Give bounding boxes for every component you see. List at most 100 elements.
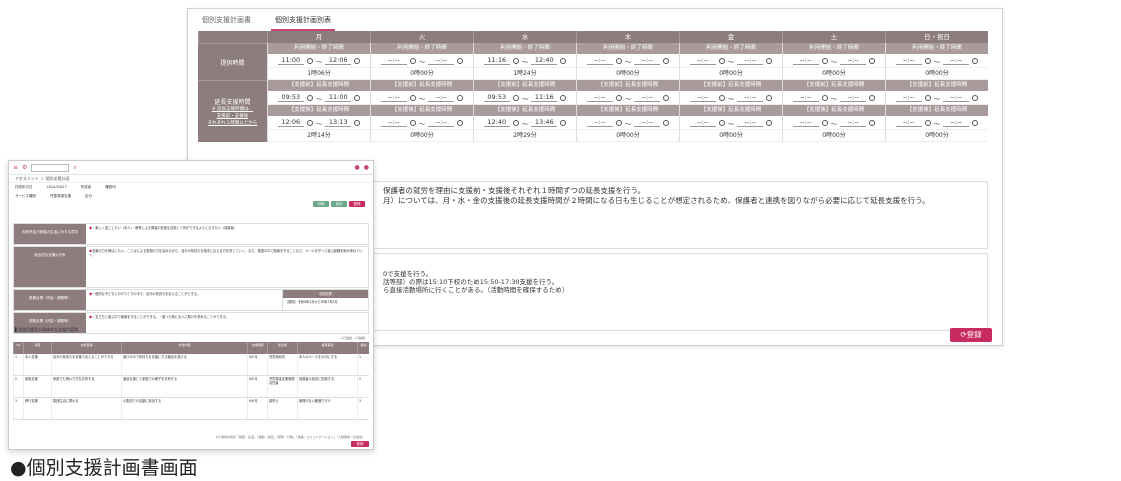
front-register-button[interactable]: 登録 <box>349 201 365 207</box>
cell-notes[interactable]: 無理のない範囲で行う <box>297 398 357 419</box>
end-time[interactable]: --:-- <box>634 118 661 127</box>
start-time[interactable]: --:-- <box>689 93 716 102</box>
end-time[interactable]: 11:16 <box>531 93 558 102</box>
created-date-input[interactable]: 2024/04/27 <box>47 185 67 190</box>
table-row[interactable]: 2 家族支援 家庭でも関わり方を共有する 面談を通じて家庭での様子を共有する 6… <box>13 376 369 398</box>
service-type-select[interactable]: 児童発達支援 <box>50 194 71 199</box>
cell-priority[interactable]: 3 <box>357 398 369 419</box>
start-time[interactable]: --:-- <box>586 56 613 65</box>
after-time-input[interactable]: --:-- ～ --:-- <box>371 116 473 130</box>
start-time[interactable]: --:-- <box>895 93 922 102</box>
before-time-input[interactable]: --:-- ～ --:-- <box>577 91 679 105</box>
cell-period[interactable]: 6か月 <box>247 354 267 375</box>
end-time[interactable]: 13:46 <box>531 118 558 127</box>
end-time[interactable]: 11:00 <box>325 93 352 102</box>
search-icon[interactable]: ⌕ <box>73 164 76 172</box>
short-goal-field[interactable]: ◆・友だちと遊ぶ中で順番を守ることができる。・困った時に大人に助けを求めることが… <box>86 313 368 333</box>
end-time[interactable]: --:-- <box>943 118 970 127</box>
cell-goal[interactable]: 集団生活に慣れる <box>51 398 121 419</box>
cell-goal[interactable]: 家庭でも関わり方を共有する <box>51 376 121 397</box>
end-time[interactable]: 12:06 <box>325 56 352 65</box>
end-time[interactable]: --:-- <box>737 56 764 65</box>
after-time-input[interactable]: --:-- ～ --:-- <box>783 116 885 130</box>
cell-priority[interactable]: 2 <box>357 376 369 397</box>
provide-time-input[interactable]: --:-- ～ --:-- <box>783 54 885 68</box>
register-button[interactable]: ⟳登録 <box>950 328 992 342</box>
cell-content[interactable]: 面談を通じて家庭での様子を共有する <box>121 376 247 397</box>
print-button[interactable]: 印刷 <box>313 201 329 207</box>
end-time[interactable]: --:-- <box>634 56 661 65</box>
table-row[interactable]: 3 移行支援 集団生活に慣れる 小集団での活動に参加する 6か月 保育士 無理の… <box>13 398 369 420</box>
start-time[interactable]: --:-- <box>792 93 819 102</box>
policy-field[interactable]: ◆言葉の力を伸ばしたい。ことばによる表現の力を高めながら、自分の気持ちを相手に伝… <box>86 247 368 287</box>
cell-staff[interactable]: 保育士 <box>267 398 297 419</box>
front-bottom-register-button[interactable]: 登録 <box>351 441 369 447</box>
start-time[interactable]: 12:06 <box>277 118 304 127</box>
start-time[interactable]: --:-- <box>895 118 922 127</box>
start-time[interactable]: 11:00 <box>277 56 304 65</box>
cell-priority[interactable]: 1 <box>357 354 369 375</box>
provide-time-input[interactable]: --:-- ～ --:-- <box>577 54 679 68</box>
after-time-input[interactable]: --:-- ～ --:-- <box>680 116 782 130</box>
save-button[interactable]: 保存 <box>331 201 347 207</box>
start-time[interactable]: --:-- <box>689 56 716 65</box>
cell-staff[interactable]: 児童指導員 <box>267 354 297 375</box>
before-time-input[interactable]: --:-- ～ --:-- <box>886 91 988 105</box>
provide-time-input[interactable]: 11:16 ～ 12:40 <box>474 54 576 68</box>
end-time[interactable]: 12:40 <box>531 56 558 65</box>
start-time[interactable]: 11:16 <box>483 56 510 65</box>
provide-time-input[interactable]: 11:00 ～ 12:06 <box>268 54 370 68</box>
table-row[interactable]: 1 本人支援 自分の気持ちを言葉で伝えることができる 遊びの中で気持ちを言葉にす… <box>13 354 369 376</box>
end-time[interactable]: --:-- <box>840 93 867 102</box>
after-time-input[interactable]: 12:40 ～ 13:46 <box>474 116 576 130</box>
long-goal-field[interactable]: ◆一般的な子どもとのやりとりの中で、自分の気持ちを伝えることができる。 <box>86 290 282 310</box>
provide-time-input[interactable]: --:-- ～ --:-- <box>680 54 782 68</box>
after-time-input[interactable]: --:-- ～ --:-- <box>886 116 988 130</box>
start-time[interactable]: 12:40 <box>483 118 510 127</box>
cell-notes[interactable]: 保護者の負担に配慮する <box>297 376 357 397</box>
intent-field[interactable]: ◆・楽しく過ごしたい（本人）・療育による発達の促進を目指して何ができるようになり… <box>86 224 368 244</box>
start-time[interactable]: --:-- <box>586 118 613 127</box>
gear-icon[interactable]: ⚙ <box>22 164 27 171</box>
cell-goal[interactable]: 自分の気持ちを言葉で伝えることができる <box>51 354 121 375</box>
end-time[interactable]: --:-- <box>840 118 867 127</box>
start-time[interactable]: --:-- <box>380 118 407 127</box>
cell-period[interactable]: 6か月 <box>247 376 267 397</box>
after-time-input[interactable]: --:-- ～ --:-- <box>577 116 679 130</box>
tab-plan[interactable]: 個別支援計画書 <box>198 13 255 31</box>
menu-icon[interactable]: ≡ <box>13 164 18 171</box>
end-time[interactable]: --:-- <box>737 93 764 102</box>
before-time-input[interactable]: 09:53 ～ 11:00 <box>268 91 370 105</box>
start-time[interactable]: --:-- <box>586 93 613 102</box>
before-time-input[interactable]: --:-- ～ --:-- <box>783 91 885 105</box>
bell-icon[interactable]: ● <box>355 164 360 171</box>
before-time-input[interactable]: --:-- ～ --:-- <box>371 91 473 105</box>
facility-select[interactable] <box>31 163 70 172</box>
end-time[interactable]: --:-- <box>634 93 661 102</box>
start-time[interactable]: 09:53 <box>277 93 304 102</box>
start-time[interactable]: --:-- <box>792 56 819 65</box>
end-time[interactable]: --:-- <box>428 118 455 127</box>
provide-time-input[interactable]: --:-- ～ --:-- <box>886 54 988 68</box>
user-icon[interactable]: ● <box>364 164 369 171</box>
cell-period[interactable]: 6か月 <box>247 398 267 419</box>
end-time[interactable]: --:-- <box>943 56 970 65</box>
start-time[interactable]: --:-- <box>380 56 407 65</box>
after-time-input[interactable]: 12:06 ～ 13:13 <box>268 116 370 130</box>
cell-staff[interactable]: 児童発達支援管理責任者 <box>267 376 297 397</box>
before-time-input[interactable]: --:-- ～ --:-- <box>680 91 782 105</box>
end-time[interactable]: --:-- <box>737 118 764 127</box>
cell-content[interactable]: 遊びの中で気持ちを言葉にする機会を設ける <box>121 354 247 375</box>
end-time[interactable]: --:-- <box>943 93 970 102</box>
row-controls[interactable]: ＋行追加 －行削除 <box>340 336 365 340</box>
end-time[interactable]: --:-- <box>428 93 455 102</box>
end-time[interactable]: --:-- <box>840 56 867 65</box>
start-time[interactable]: 09:53 <box>483 93 510 102</box>
start-time[interactable]: --:-- <box>792 118 819 127</box>
start-time[interactable]: --:-- <box>689 118 716 127</box>
before-time-input[interactable]: 09:53 ～ 11:16 <box>474 91 576 105</box>
cell-notes[interactable]: 本人のペースを大切にする <box>297 354 357 375</box>
tab-plan-appendix[interactable]: 個別支援計画別表 <box>271 13 335 31</box>
end-time[interactable]: 13:13 <box>325 118 352 127</box>
cell-content[interactable]: 小集団での活動に参加する <box>121 398 247 419</box>
